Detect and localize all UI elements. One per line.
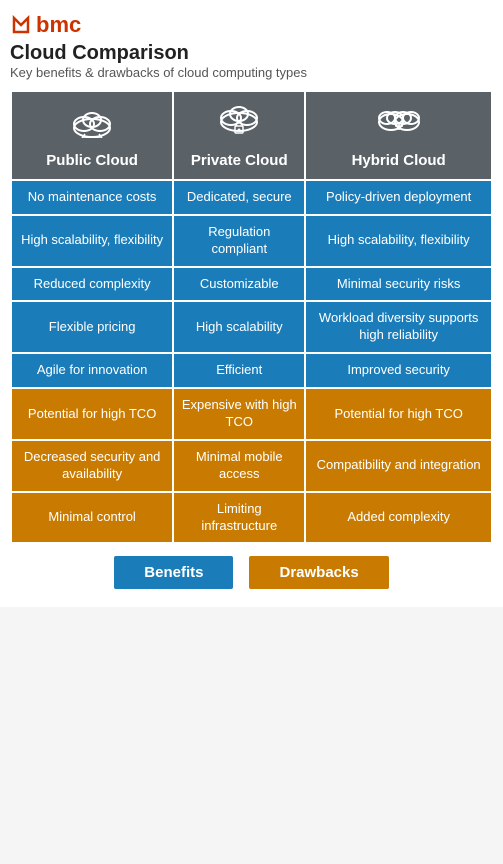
table-row: Agile for innovationEfficientImproved se… — [11, 353, 492, 388]
table-row: Potential for high TCOExpensive with hig… — [11, 388, 492, 440]
col-label-hybrid: Hybrid Cloud — [352, 152, 446, 169]
table-row: Minimal controlLimiting infrastructureAd… — [11, 492, 492, 544]
table-header-row: Public Cloud Privat — [11, 91, 492, 180]
title-section: Cloud Comparison Key benefits & drawback… — [10, 42, 493, 80]
page-wrapper: bmc Cloud Comparison Key benefits & draw… — [0, 0, 503, 607]
drawbacks-button[interactable]: Drawbacks — [249, 556, 388, 589]
cloud-table: Public Cloud Privat — [10, 90, 493, 544]
cell-2-2: Minimal security risks — [305, 267, 492, 302]
main-title: Cloud Comparison — [10, 42, 493, 65]
private-cloud-icon — [180, 102, 298, 147]
cell-0-0: No maintenance costs — [11, 180, 173, 215]
benefits-button[interactable]: Benefits — [114, 556, 233, 589]
cell-3-2: Workload diversity supports high reliabi… — [305, 301, 492, 353]
col-header-hybrid: Hybrid Cloud — [305, 91, 492, 180]
cell-7-1: Limiting infrastructure — [173, 492, 305, 544]
cell-3-1: High scalability — [173, 301, 305, 353]
cell-2-0: Reduced complexity — [11, 267, 173, 302]
table-row: Reduced complexityCustomizableMinimal se… — [11, 267, 492, 302]
cell-5-1: Expensive with high TCO — [173, 388, 305, 440]
cell-1-2: High scalability, flexibility — [305, 215, 492, 267]
cell-5-0: Potential for high TCO — [11, 388, 173, 440]
legend: Benefits Drawbacks — [10, 556, 493, 589]
cell-6-1: Minimal mobile access — [173, 440, 305, 492]
cell-4-1: Efficient — [173, 353, 305, 388]
table-row: No maintenance costsDedicated, securePol… — [11, 180, 492, 215]
cell-0-2: Policy-driven deployment — [305, 180, 492, 215]
col-label-private: Private Cloud — [191, 152, 288, 169]
cell-7-0: Minimal control — [11, 492, 173, 544]
public-cloud-icon — [18, 102, 166, 147]
hybrid-cloud-icon — [312, 102, 485, 147]
bmc-logo: bmc — [10, 12, 493, 38]
cell-6-0: Decreased security and availability — [11, 440, 173, 492]
table-row: High scalability, flexibilityRegulation … — [11, 215, 492, 267]
cell-2-1: Customizable — [173, 267, 305, 302]
subtitle: Key benefits & drawbacks of cloud comput… — [10, 65, 493, 80]
cell-1-0: High scalability, flexibility — [11, 215, 173, 267]
cell-4-0: Agile for innovation — [11, 353, 173, 388]
cell-3-0: Flexible pricing — [11, 301, 173, 353]
cell-4-2: Improved security — [305, 353, 492, 388]
col-header-public: Public Cloud — [11, 91, 173, 180]
cell-0-1: Dedicated, secure — [173, 180, 305, 215]
cell-7-2: Added complexity — [305, 492, 492, 544]
table-row: Flexible pricingHigh scalabilityWorkload… — [11, 301, 492, 353]
cell-5-2: Potential for high TCO — [305, 388, 492, 440]
col-label-public: Public Cloud — [46, 152, 138, 169]
bmc-logo-icon — [10, 14, 32, 36]
cell-1-1: Regulation compliant — [173, 215, 305, 267]
logo-text: bmc — [36, 12, 81, 38]
col-header-private: Private Cloud — [173, 91, 305, 180]
cell-6-2: Compatibility and integration — [305, 440, 492, 492]
table-row: Decreased security and availabilityMinim… — [11, 440, 492, 492]
table-body: No maintenance costsDedicated, securePol… — [11, 180, 492, 544]
